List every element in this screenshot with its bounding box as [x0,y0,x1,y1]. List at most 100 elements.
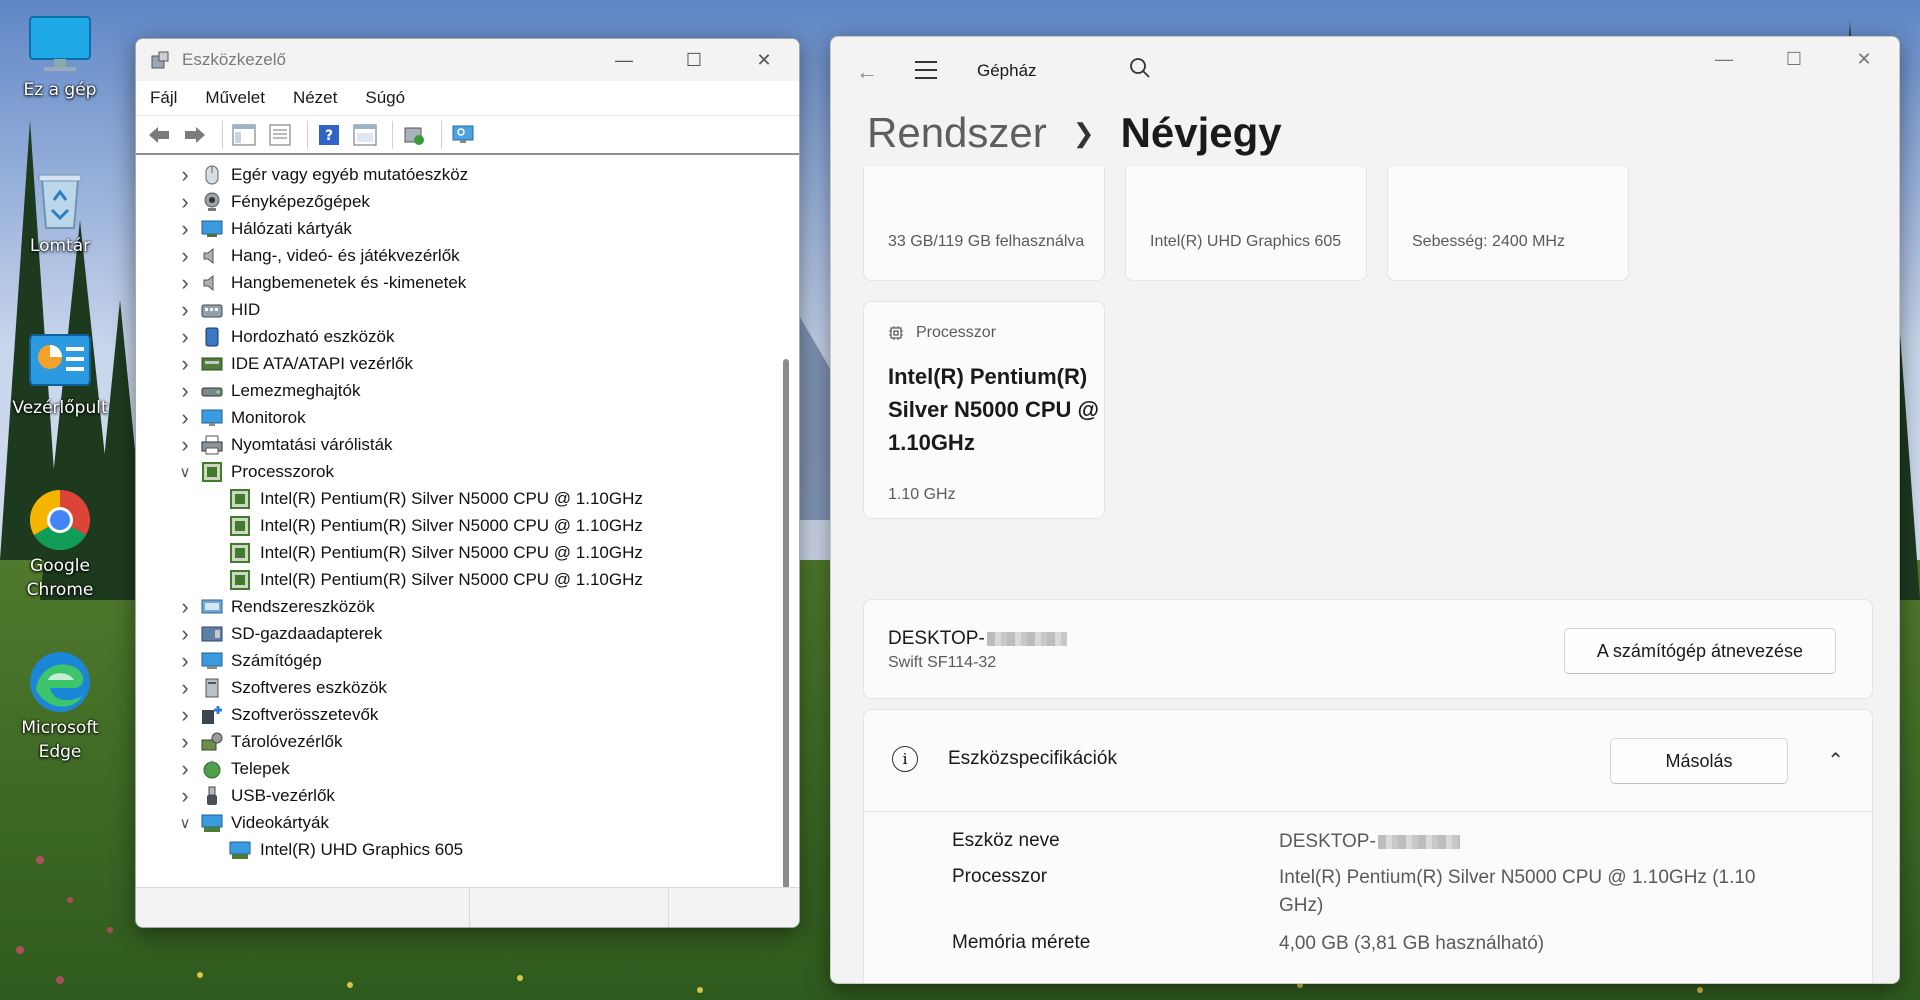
menu-file[interactable]: Fájl [150,88,177,108]
memory-card[interactable]: Sebesség: 2400 MHz [1387,167,1629,281]
device-category-row[interactable]: › Telepek [136,755,776,782]
back-button[interactable] [144,120,174,150]
processor-card[interactable]: Processzor Intel(R) Pentium(R) Silver N5… [863,301,1105,519]
menu-help[interactable]: Súgó [365,88,405,108]
scrollbar-thumb[interactable] [783,359,789,904]
printer-icon [201,434,223,456]
maximize-button[interactable]: ☐ [659,39,729,81]
device-category-row[interactable]: › Szoftverösszetevők [136,701,776,728]
scan-hardware-button[interactable] [448,120,478,150]
view-icon [353,124,377,145]
vertical-scrollbar[interactable] [783,164,789,904]
device-category-row[interactable]: › Hálózati kártyák [136,215,776,242]
chevron-right-icon[interactable]: › [178,297,192,322]
chevron-right-icon[interactable]: › [178,378,192,403]
chevron-down-icon[interactable]: ∨ [178,815,192,832]
device-specs-title: Eszközspecifikációk [948,748,1117,769]
app-title: Gépház [977,61,1037,80]
device-specs-header[interactable]: i Eszközspecifikációk Másolás ⌃ [864,710,1872,812]
forward-button[interactable] [180,120,210,150]
chevron-right-icon[interactable]: › [178,270,192,295]
menu-action[interactable]: Művelet [205,88,265,108]
device-manager-window[interactable]: Eszközkezelő — ☐ ✕ Fájl Művelet Nézet Sú… [135,38,800,928]
close-button[interactable]: ✕ [1829,37,1899,81]
storage-card[interactable]: 33 GB/119 GB felhasználva [863,167,1105,281]
desktop-icon-google-chrome[interactable]: Google Chrome [10,488,110,602]
chevron-right-icon[interactable]: › [178,702,192,727]
device-category-row[interactable]: › Tárolóvezérlők [136,728,776,755]
chevron-right-icon[interactable]: › [178,621,192,646]
device-label: Intel(R) Pentium(R) Silver N5000 CPU @ 1… [260,569,643,589]
chevron-right-icon[interactable]: › [178,189,192,214]
device-category-row[interactable]: › Lemezmeghajtók [136,377,776,404]
desktop-icon-this-pc[interactable]: Ez a gép [10,12,110,102]
device-category-row[interactable]: › HID [136,296,776,323]
spec-label-processor: Processzor [952,866,1048,887]
chevron-right-icon[interactable]: › [178,756,192,781]
settings-title-bar[interactable]: ← Gépház — ☐ ✕ [831,37,1899,107]
device-category-row[interactable]: › Egér vagy egyéb mutatóeszköz [136,161,776,188]
chevron-right-icon[interactable]: › [178,216,192,241]
device-row[interactable]: Intel(R) Pentium(R) Silver N5000 CPU @ 1… [136,485,776,512]
chevron-up-icon[interactable]: ⌃ [1827,748,1844,773]
maximize-button[interactable]: ☐ [1759,37,1829,81]
chevron-right-icon[interactable]: › [178,405,192,430]
breadcrumb-parent[interactable]: Rendszer [867,109,1047,157]
hamburger-menu-icon[interactable] [915,61,937,79]
display-adapter-icon [229,839,251,861]
chevron-down-icon[interactable]: ∨ [178,464,192,481]
view-button[interactable] [350,120,380,150]
search-icon[interactable] [1129,57,1151,79]
device-category-row[interactable]: › Fényképezőgépek [136,188,776,215]
chevron-right-icon[interactable]: › [178,162,192,187]
device-category-row[interactable]: › SD-gazdaadapterek [136,620,776,647]
device-category-row[interactable]: › USB-vezérlők [136,782,776,809]
desktop-icon-recycle-bin[interactable]: Lomtár [10,168,110,258]
device-category-row[interactable]: ∨ Processzorok [136,458,776,485]
chevron-right-icon[interactable]: › [178,729,192,754]
chevron-right-icon[interactable]: › [178,783,192,808]
device-category-row[interactable]: › IDE ATA/ATAPI vezérlők [136,350,776,377]
device-category-row[interactable]: › Hordozható eszközök [136,323,776,350]
device-row[interactable]: Intel(R) Pentium(R) Silver N5000 CPU @ 1… [136,566,776,593]
desktop-icon-control-panel[interactable]: Vezérlőpult [10,330,110,420]
minimize-button[interactable]: — [589,39,659,81]
chevron-right-icon[interactable]: › [178,432,192,457]
device-category-row[interactable]: › Monitorok [136,404,776,431]
help-button[interactable]: ? [314,120,344,150]
desktop-icon-microsoft-edge[interactable]: Microsoft Edge [10,650,110,764]
menu-view[interactable]: Nézet [293,88,337,108]
hid-icon [201,299,223,321]
device-row[interactable]: Intel(R) Pentium(R) Silver N5000 CPU @ 1… [136,512,776,539]
settings-window[interactable]: ← Gépház — ☐ ✕ Rendszer ❯ Névjegy 33 GB/… [830,36,1900,984]
properties-button[interactable] [265,120,295,150]
device-category-row[interactable]: › Hangbemenetek és -kimenetek [136,269,776,296]
chevron-right-icon[interactable]: › [178,351,192,376]
software-device-icon [201,677,223,699]
chevron-right-icon[interactable]: › [178,648,192,673]
update-driver-button[interactable] [399,120,429,150]
device-category-row[interactable]: › Nyomtatási várólisták [136,431,776,458]
device-category-row[interactable]: › Hang-, videó- és játékvezérlők [136,242,776,269]
device-category-row[interactable]: › Rendszereszközök [136,593,776,620]
copy-button[interactable]: Másolás [1610,738,1788,784]
title-bar[interactable]: Eszközkezelő — ☐ ✕ [136,39,799,81]
chevron-right-icon[interactable]: › [178,675,192,700]
back-arrow-icon[interactable]: ← [856,59,878,85]
device-category-row[interactable]: › Számítógép [136,647,776,674]
speaker-icon [201,245,223,267]
redacted-text [1377,834,1460,849]
chevron-right-icon[interactable]: › [178,243,192,268]
close-button[interactable]: ✕ [729,39,799,81]
show-hide-console-button[interactable] [229,120,259,150]
device-category-row[interactable]: ∨ Videokártyák [136,809,776,836]
graphics-card[interactable]: Intel(R) UHD Graphics 605 [1125,167,1367,281]
device-category-label: Szoftverösszetevők [231,704,379,724]
device-category-row[interactable]: › Szoftveres eszközök [136,674,776,701]
device-row[interactable]: Intel(R) UHD Graphics 605 [136,836,776,863]
chevron-right-icon[interactable]: › [178,324,192,349]
chevron-right-icon[interactable]: › [178,594,192,619]
device-row[interactable]: Intel(R) Pentium(R) Silver N5000 CPU @ 1… [136,539,776,566]
rename-pc-button[interactable]: A számítógép átnevezése [1564,628,1836,674]
minimize-button[interactable]: — [1689,37,1759,81]
